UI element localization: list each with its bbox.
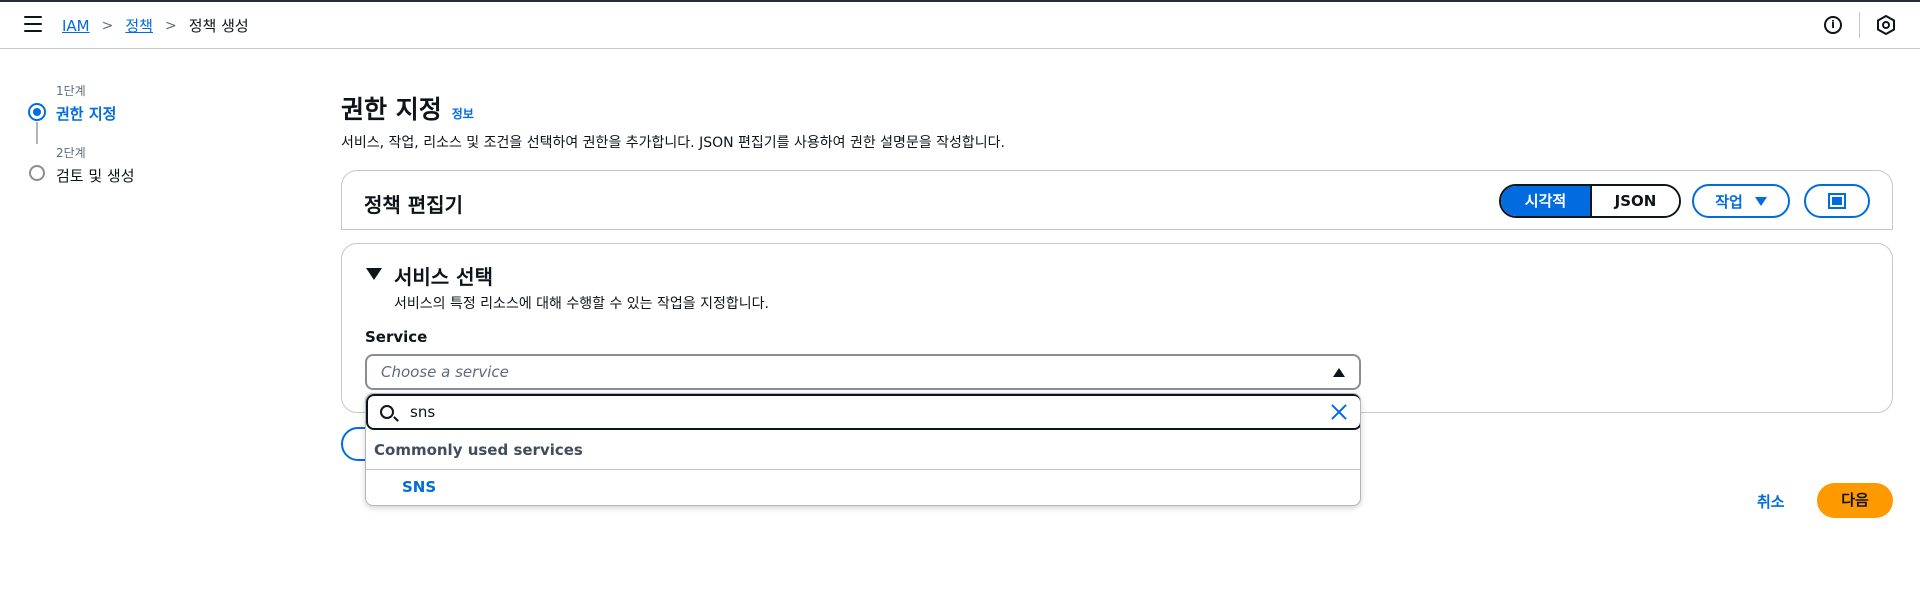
service-section-description: 서비스의 특정 리소스에 대해 수행할 수 있는 작업을 지정합니다. (394, 296, 769, 312)
fullscreen-button[interactable] (1804, 184, 1870, 218)
breadcrumb-policies-link[interactable]: 정책 (125, 15, 153, 36)
editor-mode-toggle: 시각적 JSON (1499, 184, 1681, 218)
step-1[interactable]: 1단계 권한 지정 (28, 82, 135, 144)
caret-down-icon (1754, 196, 1767, 206)
page-header: 권한 지정 정보 서비스, 작업, 리소스 및 조건을 선택하여 권한을 추가합… (341, 90, 1893, 152)
policy-editor-title: 정책 편집기 (364, 193, 463, 217)
next-button[interactable]: 다음 (1817, 483, 1893, 518)
cancel-button[interactable]: 취소 (1757, 491, 1785, 512)
settings-hexagon-icon[interactable] (1876, 15, 1896, 35)
actions-label: 작업 (1715, 192, 1743, 211)
json-mode-button[interactable]: JSON (1590, 186, 1679, 216)
toolbar-divider (1859, 12, 1860, 38)
breadcrumb-iam-link[interactable]: IAM (62, 17, 90, 35)
policy-editor-header: 정책 편집기 시각적 JSON 작업 (341, 170, 1893, 230)
service-dropdown-panel: sns Commonly used services SNS (365, 393, 1361, 506)
step-2-number: 2단계 (56, 146, 86, 160)
fullscreen-icon (1828, 193, 1846, 209)
option-group-label: Commonly used services (374, 441, 583, 459)
service-option-sns[interactable]: SNS (402, 478, 436, 496)
breadcrumb-chevron-icon: > (164, 17, 177, 34)
visual-mode-button[interactable]: 시각적 (1501, 186, 1590, 216)
step-2-label: 검토 및 생성 (56, 167, 135, 185)
service-search-value: sns (410, 403, 436, 421)
breadcrumb: IAM > 정책 > 정책 생성 (62, 15, 249, 36)
service-select-placeholder: Choose a service (381, 363, 509, 381)
step-1-number: 1단계 (56, 84, 86, 98)
info-icon[interactable]: i (1824, 16, 1842, 34)
actions-dropdown-button[interactable]: 작업 (1692, 184, 1790, 218)
wizard-stepper: 1단계 권한 지정 2단계 검토 및 생성 (28, 82, 135, 206)
step-inactive-indicator-icon (29, 165, 45, 181)
step-1-label: 권한 지정 (56, 105, 117, 123)
step-active-indicator-icon (28, 103, 46, 121)
breadcrumb-current: 정책 생성 (188, 17, 249, 35)
clear-icon[interactable] (1330, 403, 1348, 421)
top-navigation-bar: IAM > 정책 > 정책 생성 i (0, 0, 1920, 49)
editor-divider (342, 229, 1892, 230)
step-2[interactable]: 2단계 검토 및 생성 (28, 144, 135, 206)
info-link[interactable]: 정보 (452, 105, 474, 122)
breadcrumb-chevron-icon: > (101, 17, 114, 34)
menu-icon[interactable] (24, 16, 42, 32)
page-title: 권한 지정 (341, 95, 442, 124)
service-section-title[interactable]: 서비스 선택 (394, 261, 493, 290)
service-field-label: Service (365, 328, 428, 346)
service-select[interactable]: Choose a service (365, 354, 1361, 390)
step-connector (36, 122, 38, 144)
service-selection-card: 서비스 선택 서비스의 특정 리소스에 대해 수행할 수 있는 작업을 지정합니… (341, 243, 1893, 413)
page-description: 서비스, 작업, 리소스 및 조건을 선택하여 권한을 추가합니다. JSON … (341, 135, 1005, 151)
caret-up-icon (1333, 368, 1345, 377)
service-search-input[interactable]: sns (366, 394, 1360, 430)
option-group-divider (366, 469, 1360, 470)
collapse-caret-icon[interactable] (366, 268, 382, 280)
search-icon (380, 405, 394, 419)
